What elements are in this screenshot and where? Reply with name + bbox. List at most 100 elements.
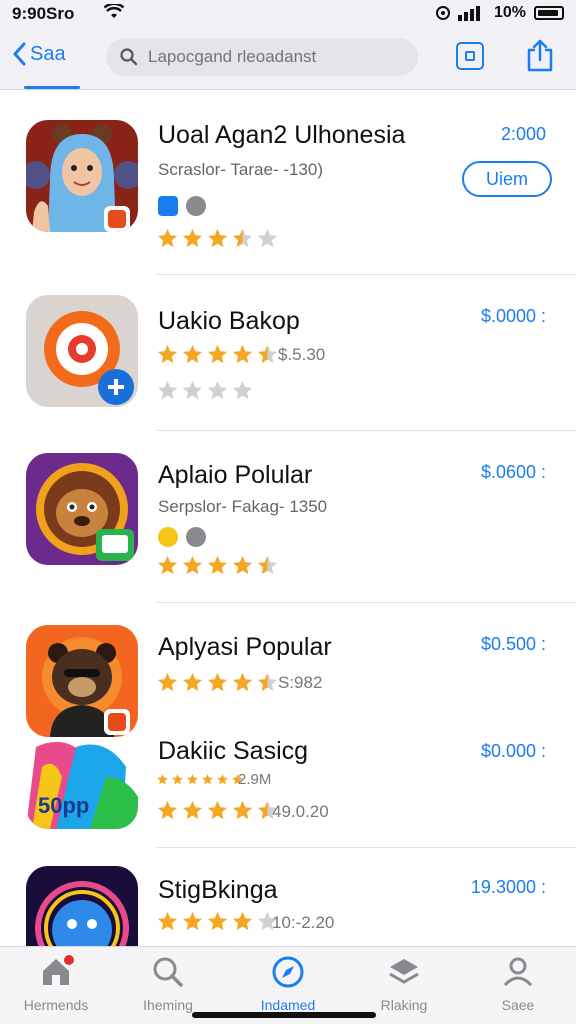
app-icon-neon-face[interactable] [26, 866, 138, 946]
star-icon [157, 911, 178, 931]
back-button[interactable]: Saa [12, 42, 66, 66]
star-icon [182, 672, 203, 692]
settings-badge-icon [186, 527, 206, 547]
app-price: 19.3000 : [470, 877, 546, 897]
rating-count: $.5.30 [278, 345, 326, 364]
rating-count: S:982 [278, 673, 323, 692]
star-icon [157, 228, 178, 248]
star-icon [207, 344, 228, 364]
star-icon [187, 774, 198, 785]
app-row[interactable]: Uoal Agan2 Ulhonesia Scraslor- Tarae- -1… [0, 90, 576, 275]
app-icon-hijab-avatar[interactable] [26, 120, 138, 232]
star-icon [157, 380, 178, 400]
star-icon [207, 800, 228, 820]
camera-logo-icon [26, 295, 138, 407]
search-box[interactable] [106, 38, 418, 76]
layers-icon [389, 959, 419, 984]
star-rating [156, 671, 279, 694]
star-icon [257, 344, 278, 364]
dog-game-icon [26, 453, 138, 565]
app-row[interactable]: StigBkinga 19.3000 : 10:-2.20 [0, 848, 576, 946]
battery-icon [534, 6, 564, 20]
avatar-illustration-icon [26, 120, 138, 232]
status-right: 10% [435, 4, 564, 22]
star-icon [207, 380, 228, 400]
app-icon-bear[interactable] [26, 625, 138, 737]
star-icon [207, 672, 228, 692]
get-button[interactable]: Uiem [462, 161, 552, 197]
app-price: $.0000 : [480, 306, 546, 326]
record-icon [435, 6, 450, 20]
back-label: Saa [30, 42, 66, 65]
app-price: $.0600 : [480, 462, 546, 482]
tab-discover[interactable]: Indamed [232, 955, 344, 1013]
rating-count: 49.0.20 [272, 802, 329, 821]
notification-badge [64, 955, 74, 965]
tab-label: Rlaking [380, 997, 428, 1013]
icon-label: 50pp [38, 793, 90, 818]
tab-home[interactable]: Hermends [0, 955, 112, 1013]
star-icon [157, 672, 178, 692]
star-icon [232, 555, 253, 575]
signal-icon [457, 6, 480, 21]
nav-bar: Saa [0, 28, 576, 90]
star-icon [182, 911, 203, 931]
app-name[interactable]: Dakiic Sasicg [158, 737, 308, 766]
share-icon[interactable] [526, 38, 554, 72]
status-time: 9:90Sro [12, 4, 75, 23]
verified-badge-icon [158, 196, 178, 216]
star-icon [207, 228, 228, 248]
compass-icon [272, 956, 304, 988]
tab-indicator [24, 86, 80, 89]
tab-label: Indamed [260, 997, 316, 1013]
tab-ranking[interactable]: Rlaking [348, 955, 460, 1013]
star-icon [157, 555, 178, 575]
tabs-button[interactable] [456, 42, 484, 70]
app-icon-dog-game[interactable] [26, 453, 138, 565]
star-rating [156, 799, 279, 822]
profile-icon [503, 957, 533, 987]
star-icon [182, 344, 203, 364]
search-input[interactable] [148, 47, 408, 67]
app-icon-camera-logo[interactable] [26, 295, 138, 407]
app-price: $0.500 : [480, 634, 546, 654]
app-row[interactable]: Aplyasi Popular $0.500 : S:982 50pp Daki… [0, 603, 576, 848]
secondary-star-rating [156, 379, 254, 402]
star-icon [257, 228, 278, 248]
star-icon [182, 800, 203, 820]
star-icon [257, 672, 278, 692]
app-name[interactable]: Uoal Agan2 Ulhonesia [158, 121, 405, 150]
star-icon [157, 344, 178, 364]
settings-badge-icon [186, 196, 206, 216]
star-icon [232, 911, 253, 931]
star-icon [202, 774, 213, 785]
app-name[interactable]: Uakio Bakop [158, 307, 300, 336]
star-icon [232, 800, 253, 820]
app-name[interactable]: Aplyasi Popular [158, 633, 332, 662]
star-icon [172, 774, 183, 785]
emoji-badge-icon [158, 527, 178, 547]
star-rating [156, 910, 279, 933]
app-icon-colorful-50pp[interactable]: 50pp [26, 737, 138, 829]
battery-percent: 10% [493, 4, 526, 21]
star-icon [232, 228, 253, 248]
star-icon [217, 774, 228, 785]
tab-profile[interactable]: Saee [462, 955, 574, 1013]
tab-label: Saee [501, 997, 535, 1013]
star-rating [156, 554, 279, 577]
app-name[interactable]: Aplaio Polular [158, 461, 312, 490]
search-icon [153, 957, 183, 987]
app-row[interactable]: Uakio Bakop $.0000 : $.5.30 [0, 275, 576, 431]
app-subtitle: Scraslor- Tarae- -130) [158, 160, 324, 179]
mini-rating-count: 2.9M [238, 771, 272, 788]
tab-label: Hermends [23, 997, 89, 1013]
tab-search[interactable]: Iheming [112, 955, 224, 1013]
app-price: 2:000 [500, 124, 546, 144]
star-icon [182, 555, 203, 575]
home-indicator [192, 1012, 376, 1018]
app-name[interactable]: StigBkinga [158, 876, 278, 905]
star-rating [156, 227, 279, 250]
star-icon [232, 380, 253, 400]
app-row[interactable]: Aplaio Polular Serpslor- Fakag- 1350 $.0… [0, 431, 576, 603]
star-icon [157, 800, 178, 820]
